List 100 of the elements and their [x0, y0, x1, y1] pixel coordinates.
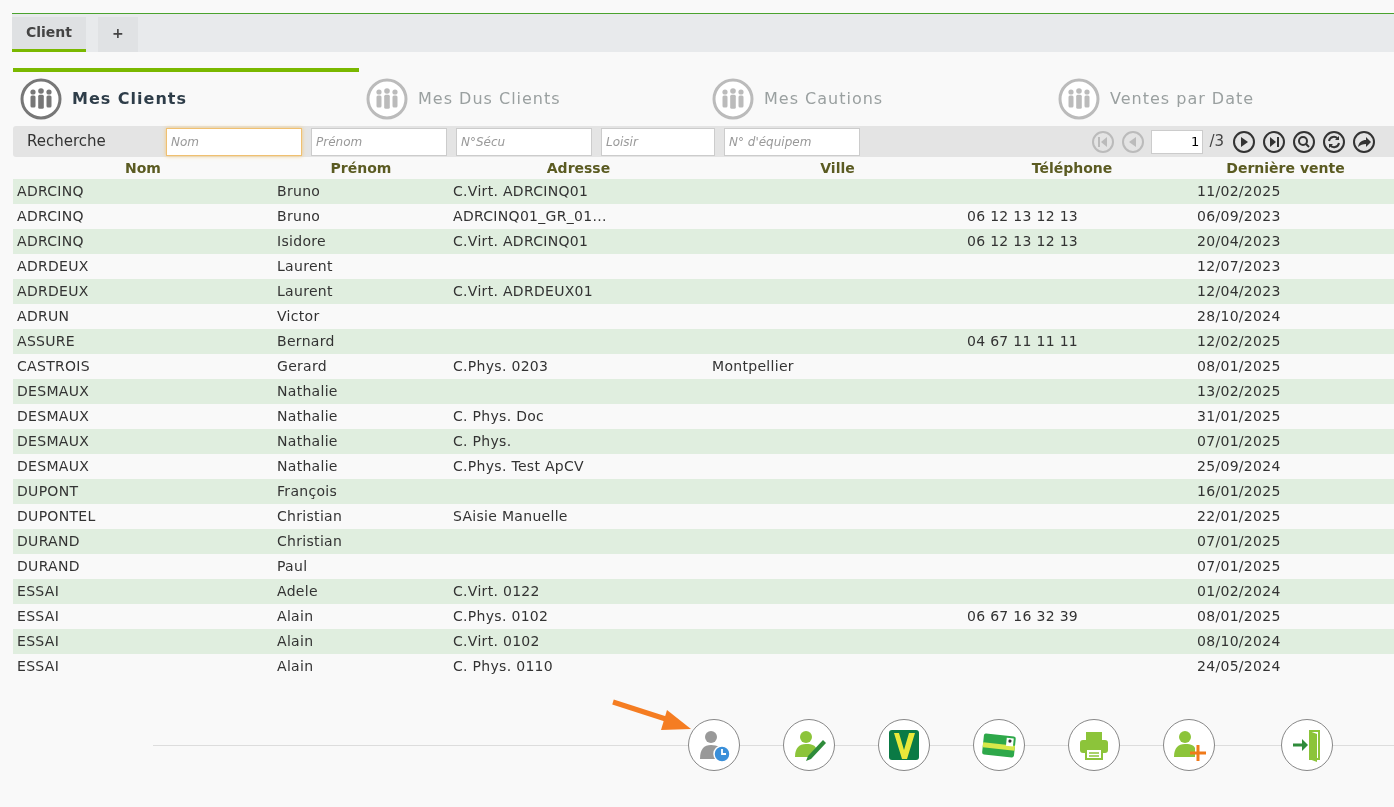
table-cell-text: C. Phys. [452, 432, 513, 451]
table-cell-text: C. Phys. 0110 [452, 657, 554, 676]
people-icon [366, 78, 408, 120]
share-icon[interactable] [1352, 129, 1376, 154]
table-cell-text: 06 67 16 32 39 [967, 607, 1080, 626]
table-cell-text: ADRCINQ01_GR_01... [452, 207, 608, 226]
table-cell-text: 08/10/2024 [1196, 632, 1282, 651]
table-cell-text: Isidore [276, 232, 327, 251]
table-cell-text: DESMAUX [16, 407, 91, 426]
table-cell-text: ADRCINQ [16, 182, 85, 201]
table-cell-text: 12/04/2023 [1196, 282, 1282, 301]
column-header[interactable]: Adresse [449, 157, 708, 179]
table-cell-text: ESSAI [16, 657, 61, 676]
table-cell-text: 04 67 11 11 11 [967, 332, 1080, 351]
refresh-icon[interactable] [1322, 129, 1346, 154]
table-cell-text: 11/02/2025 [1196, 182, 1282, 201]
table-cell-text: 24/05/2024 [1196, 657, 1282, 676]
column-header[interactable]: Nom [13, 157, 273, 179]
table-cell-text: François [276, 482, 339, 501]
table-cell-text: C.Virt. 0122 [452, 582, 541, 601]
next-page-icon[interactable] [1232, 129, 1256, 154]
table-cell-text: Nathalie [276, 382, 339, 401]
table-cell-text: C.Virt. ADRDEUX01 [452, 282, 594, 301]
table-cell-text: 06 12 13 12 13 [967, 207, 1080, 226]
table-cell-text: C.Virt. 0102 [452, 632, 541, 651]
table-cell-text: 12/02/2025 [1196, 332, 1282, 351]
table-cell-text: C. Phys. Doc [452, 407, 546, 426]
table-cell-text: Victor [276, 307, 321, 326]
search-field[interactable]: Prénom [311, 127, 447, 156]
table-cell-text: Nathalie [276, 457, 339, 476]
search-field[interactable]: N° d'équipem [724, 127, 860, 156]
search-field[interactable]: Nom [166, 127, 302, 156]
table-cell-text: Paul [276, 557, 309, 576]
column-header[interactable]: Ville [708, 157, 967, 179]
page-field[interactable]: 1 [1151, 129, 1204, 154]
search-icon[interactable] [1292, 129, 1316, 154]
table-cell-text: DURAND [16, 532, 81, 551]
table-cell-text: 22/01/2025 [1196, 507, 1282, 526]
table-cell-text: ADRCINQ [16, 207, 85, 226]
table-cell-text: 28/10/2024 [1196, 307, 1282, 326]
table-cell-text: DURAND [16, 557, 81, 576]
table-cell-text: DUPONT [16, 482, 80, 501]
table-cell-text: 07/01/2025 [1196, 532, 1282, 551]
section-tab[interactable]: Mes Clients [20, 78, 366, 120]
table-cell-text: DESMAUX [16, 382, 91, 401]
table-cell-text: ESSAI [16, 607, 61, 626]
client-history-icon[interactable] [688, 719, 740, 771]
table-cell-text: 08/01/2025 [1196, 607, 1282, 626]
tab[interactable]: + [98, 17, 138, 52]
table-cell-text: CASTROIS [16, 357, 91, 376]
edit-client-icon[interactable] [783, 719, 835, 771]
arrow-icon [611, 698, 693, 732]
table-cell-text: 16/01/2025 [1196, 482, 1282, 501]
table-cell-text: 07/01/2025 [1196, 432, 1282, 451]
table-cell-text: Alain [276, 657, 315, 676]
table-cell-text: DESMAUX [16, 457, 91, 476]
table-cell-text: Nathalie [276, 407, 339, 426]
table-cell-text: SAisie Manuelle [452, 507, 569, 526]
column-header[interactable]: Prénom [273, 157, 449, 179]
table-cell-text: Bruno [276, 207, 322, 226]
table-cell-text: ADRDEUX [16, 282, 90, 301]
column-header[interactable]: Téléphone [967, 157, 1177, 179]
page-total: /3 [1209, 131, 1224, 153]
search-field[interactable]: Loisir [601, 127, 715, 156]
table-cell-text: C.Virt. ADRCINQ01 [452, 232, 590, 251]
table-cell-text: C.Virt. ADRCINQ01 [452, 182, 590, 201]
search-field[interactable]: N°Sécu [456, 127, 592, 156]
table-cell-text: C.Phys. Test ApCV [452, 457, 585, 476]
people-icon [712, 78, 754, 120]
exit-icon[interactable] [1281, 719, 1333, 771]
table-cell-text: 25/09/2024 [1196, 457, 1282, 476]
tab[interactable]: Client [12, 17, 87, 52]
table-cell-text: Alain [276, 632, 315, 651]
table-cell-text: Laurent [276, 282, 334, 301]
table-cell-text: ADRCINQ [16, 232, 85, 251]
table-cell-text: 13/02/2025 [1196, 382, 1282, 401]
table-cell-text: DESMAUX [16, 432, 91, 451]
table-cell-text: 07/01/2025 [1196, 557, 1282, 576]
table-cell-text: Laurent [276, 257, 334, 276]
table-cell-text: C.Phys. 0102 [452, 607, 550, 626]
add-client-icon[interactable] [1163, 719, 1215, 771]
table-cell-text: DUPONTEL [16, 507, 97, 526]
table-cell-text: ASSURE [16, 332, 76, 351]
check-card-icon[interactable] [878, 719, 930, 771]
table-cell-text: Montpellier [711, 357, 795, 376]
table-cell-text: Bruno [276, 182, 322, 201]
health-card-icon[interactable] [973, 719, 1025, 771]
table-cell-text: ADRDEUX [16, 257, 90, 276]
table-cell-text: Adele [276, 582, 319, 601]
table-cell-text: 20/04/2023 [1196, 232, 1282, 251]
column-header[interactable]: Dernière vente [1177, 157, 1394, 179]
table-cell-text: ESSAI [16, 632, 61, 651]
table-cell-text: Christian [276, 507, 344, 526]
table-cell-text: 08/01/2025 [1196, 357, 1282, 376]
table-cell-text: 31/01/2025 [1196, 407, 1282, 426]
print-icon[interactable] [1068, 719, 1120, 771]
table-cell-text: 12/07/2023 [1196, 257, 1282, 276]
search-label: Recherche [27, 131, 107, 153]
people-icon [1058, 78, 1100, 120]
last-page-icon[interactable] [1262, 129, 1286, 154]
